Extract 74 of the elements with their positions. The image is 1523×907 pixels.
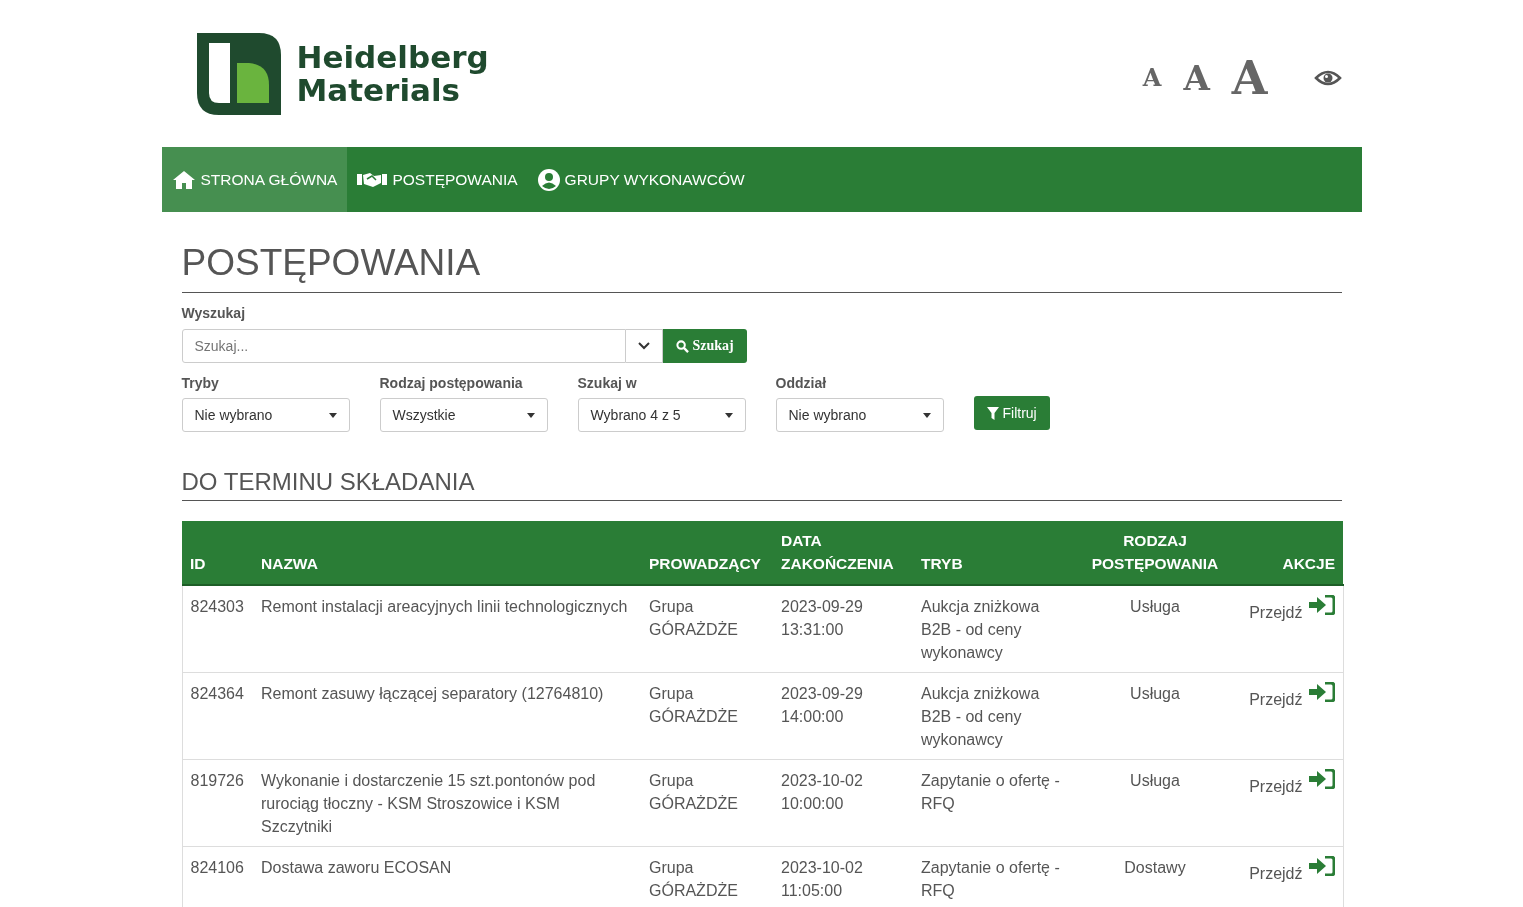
- go-link[interactable]: Przejdź: [1249, 778, 1303, 795]
- funnel-icon: [986, 406, 999, 420]
- logo-text: Materials: [296, 73, 461, 107]
- filter-label: Oddział: [775, 375, 828, 391]
- go-link[interactable]: Przejdź: [1249, 604, 1303, 621]
- table-cell: Usługa: [1130, 772, 1180, 789]
- font-size-button[interactable]: A: [1138, 65, 1166, 90]
- filter-label: Rodzaj postępowania: [379, 375, 524, 391]
- table-cell: Dostawa zaworu ECOSAN: [261, 859, 452, 876]
- chevron-down-icon: [637, 342, 650, 350]
- table-cell: Dostawy: [1124, 859, 1186, 876]
- table-cell: Aukcja zniżkowa B2B - od ceny wykonawcy: [921, 685, 1040, 748]
- table-cell: Wykonanie i dostarczenie 15 szt.pontonów pod rurociąg tłoczny - KSM Stroszowice i KSM Szczytniki: [261, 772, 596, 835]
- eye-icon[interactable]: [1313, 68, 1342, 87]
- column-header: ID: [182, 521, 253, 585]
- sign-in-icon[interactable]: [1308, 682, 1335, 702]
- table-cell: Grupa GÓRAŻDŻE: [649, 598, 738, 638]
- sign-in-icon[interactable]: [1308, 856, 1335, 876]
- caret-icon: [328, 412, 337, 418]
- go-link[interactable]: Przejdź: [1249, 691, 1303, 708]
- column-header: DATA ZAKOŃCZENIA: [773, 521, 913, 585]
- home-icon: [171, 169, 196, 190]
- table-cell: 824106: [190, 859, 244, 876]
- user-icon: [537, 168, 560, 191]
- font-size-button[interactable]: A: [1179, 60, 1214, 95]
- table-cell: Grupa GÓRAŻDŻE: [649, 685, 738, 725]
- nav-tab[interactable]: POSTĘPOWANIA: [347, 147, 528, 212]
- section-title: DO TERMINU SKŁADANIA: [181, 468, 1342, 501]
- dropdown-button[interactable]: [625, 329, 663, 363]
- sign-in-icon[interactable]: [1308, 595, 1335, 615]
- table-cell: 824303: [190, 598, 244, 615]
- sign-in-icon[interactable]: [1308, 769, 1335, 789]
- logo-text: Heidelberg: [296, 40, 489, 74]
- nav-tab[interactable]: STRONA GŁÓWNA: [161, 147, 348, 212]
- table-cell: Usługa: [1130, 685, 1180, 702]
- caret-icon: [922, 412, 931, 418]
- go-link[interactable]: Przejdź: [1249, 865, 1303, 882]
- table-cell: 824364: [190, 685, 244, 702]
- table-cell: Remont instalacji areacyjnych linii technologicznych: [261, 598, 628, 615]
- table-cell: Grupa GÓRAŻDŻE: [649, 772, 738, 812]
- column-header: AKCJE: [1233, 521, 1343, 585]
- handshake-icon: [357, 171, 388, 188]
- caret-icon: [724, 412, 733, 418]
- column-header: RODZAJ POSTĘPOWANIA: [1077, 521, 1233, 585]
- table-cell: 819726: [190, 772, 244, 789]
- nav-tab[interactable]: GRUPY WYKONAWCÓW: [527, 147, 755, 212]
- select-field[interactable]: Wybrano 4 z 5: [577, 398, 746, 432]
- table-cell: Aukcja zniżkowa B2B - od ceny wykonawcy: [921, 598, 1040, 661]
- search-field[interactable]: Szukaj...: [181, 329, 626, 363]
- filter-label: Szukaj w: [577, 375, 638, 391]
- page-title: POSTĘPOWANIA: [181, 242, 1342, 293]
- caret-icon: [526, 412, 535, 418]
- select-field[interactable]: Nie wybrano: [775, 398, 944, 432]
- font-size-button[interactable]: A: [1227, 54, 1272, 101]
- search-button[interactable]: Szukaj: [662, 329, 747, 363]
- table-cell: Remont zasuwy łączącej separatory (12764810): [261, 685, 604, 702]
- table-cell: 2023-09-29 14:00:00: [781, 685, 863, 725]
- select-field[interactable]: Nie wybrano: [181, 398, 350, 432]
- table-cell: 2023-10-02 10:00:00: [781, 772, 863, 812]
- table-cell: Zapytanie o ofertę - RFQ: [921, 772, 1060, 812]
- logo-icon: [196, 32, 281, 115]
- filter-button[interactable]: Filtruj: [973, 396, 1050, 430]
- table-cell: Grupa GÓRAŻDŻE: [649, 859, 738, 899]
- column-header: TRYB: [913, 521, 1077, 585]
- column-header: PROWADZĄCY: [641, 521, 773, 585]
- column-header: NAZWA: [253, 521, 641, 585]
- table-cell: Zapytanie o ofertę - RFQ: [921, 859, 1060, 899]
- table-cell: 2023-10-02 11:05:00: [781, 859, 863, 899]
- search-icon: [675, 339, 689, 353]
- table-cell: 2023-09-29 13:31:00: [781, 598, 863, 638]
- search-label: Wyszukaj: [181, 305, 246, 321]
- table-cell: Usługa: [1130, 598, 1180, 615]
- select-field[interactable]: Wszystkie: [379, 398, 548, 432]
- filter-label: Tryby: [181, 375, 220, 391]
